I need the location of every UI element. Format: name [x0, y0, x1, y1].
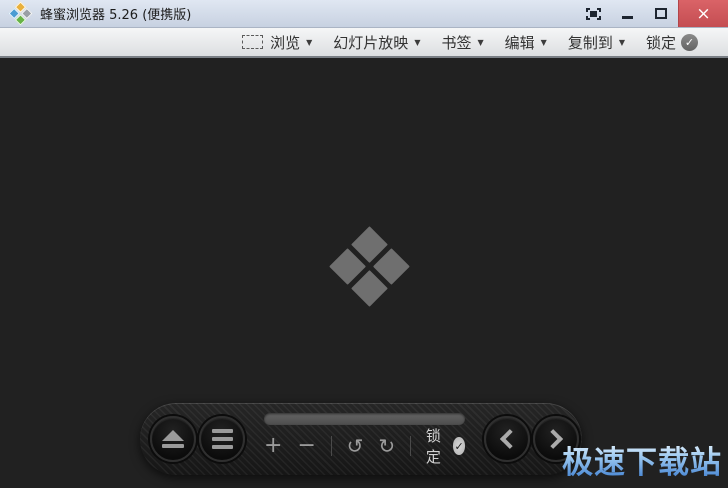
eject-icon — [162, 430, 184, 441]
lock-toggle[interactable]: 锁定 ✓ — [426, 425, 466, 467]
floating-toolbar: + − ↺ ↻ 锁定 ✓ — [140, 403, 582, 475]
lock-label: 锁定 — [425, 427, 441, 466]
chevron-right-icon — [543, 429, 564, 449]
maximize-button[interactable] — [644, 0, 678, 27]
menu-slideshow-label: 幻灯片放映 — [333, 33, 409, 52]
chevron-down-icon: ▼ — [540, 37, 547, 47]
hamburger-icon — [211, 429, 233, 434]
eject-button[interactable] — [150, 416, 196, 462]
minimize-button[interactable] — [610, 0, 644, 27]
menu-browse-label: 浏览 — [270, 33, 301, 52]
placeholder-logo-icon — [329, 226, 410, 307]
titlebar: 蜂蜜浏览器 5.26 (便携版) × — [0, 0, 728, 28]
zoom-slider[interactable] — [264, 413, 466, 425]
check-glyph: ✓ — [684, 35, 695, 49]
menu-copy-to-label: 复制到 — [567, 33, 613, 52]
minimize-icon — [621, 16, 633, 19]
window-title: 蜂蜜浏览器 5.26 (便携版) — [40, 8, 192, 23]
check-glyph: ✓ — [454, 439, 464, 453]
toolbar-center: + − ↺ ↻ 锁定 ✓ — [248, 403, 481, 475]
previous-button[interactable] — [484, 416, 531, 462]
rotate-right-button[interactable]: ↻ — [378, 436, 395, 456]
menu-lock-label: 锁定 — [645, 33, 676, 52]
maximize-icon — [655, 8, 667, 19]
window-controls: × — [576, 0, 728, 27]
zoom-out-button[interactable]: − — [297, 435, 315, 457]
menu-button[interactable] — [199, 416, 245, 462]
watermark-text: 极速下载站 — [562, 437, 722, 482]
app-logo-icon — [8, 1, 33, 26]
check-icon: ✓ — [681, 33, 698, 51]
rotate-left-button[interactable]: ↺ — [347, 436, 364, 456]
chevron-down-icon: ▼ — [477, 37, 484, 47]
app-window: 蜂蜜浏览器 5.26 (便携版) × 浏览 ▼ 幻灯片放映 ▼ 书签 ▼ 编辑 … — [0, 0, 728, 488]
toolbar-controls: + − ↺ ↻ 锁定 ✓ — [264, 425, 466, 475]
menu-copy-to[interactable]: 复制到 ▼ — [568, 32, 625, 53]
close-button[interactable]: × — [678, 0, 728, 27]
fullscreen-button[interactable] — [576, 0, 610, 27]
menu-bookmarks-label: 书签 — [441, 33, 472, 52]
check-icon: ✓ — [452, 437, 466, 455]
divider — [410, 436, 411, 456]
zoom-in-button[interactable]: + — [264, 435, 282, 457]
chevron-down-icon: ▼ — [618, 37, 625, 47]
divider — [330, 436, 332, 456]
menu-browse[interactable]: 浏览 ▼ — [242, 32, 312, 53]
menu-bookmarks[interactable]: 书签 ▼ — [441, 32, 483, 53]
fit-view-icon — [242, 35, 264, 49]
chevron-down-icon: ▼ — [306, 37, 313, 47]
close-icon: × — [696, 3, 711, 24]
menu-lock[interactable]: 锁定 ✓ — [646, 32, 698, 53]
menu-edit[interactable]: 编辑 ▼ — [505, 32, 547, 53]
menu-slideshow[interactable]: 幻灯片放映 ▼ — [333, 32, 420, 53]
chevron-left-icon — [500, 429, 521, 449]
chevron-down-icon: ▼ — [414, 37, 421, 47]
menu-edit-label: 编辑 — [504, 33, 535, 52]
image-canvas: + − ↺ ↻ 锁定 ✓ 极速下载站 — [0, 60, 728, 488]
fullscreen-icon — [585, 7, 601, 20]
menubar: 浏览 ▼ 幻灯片放映 ▼ 书签 ▼ 编辑 ▼ 复制到 ▼ 锁定 ✓ — [0, 28, 728, 58]
